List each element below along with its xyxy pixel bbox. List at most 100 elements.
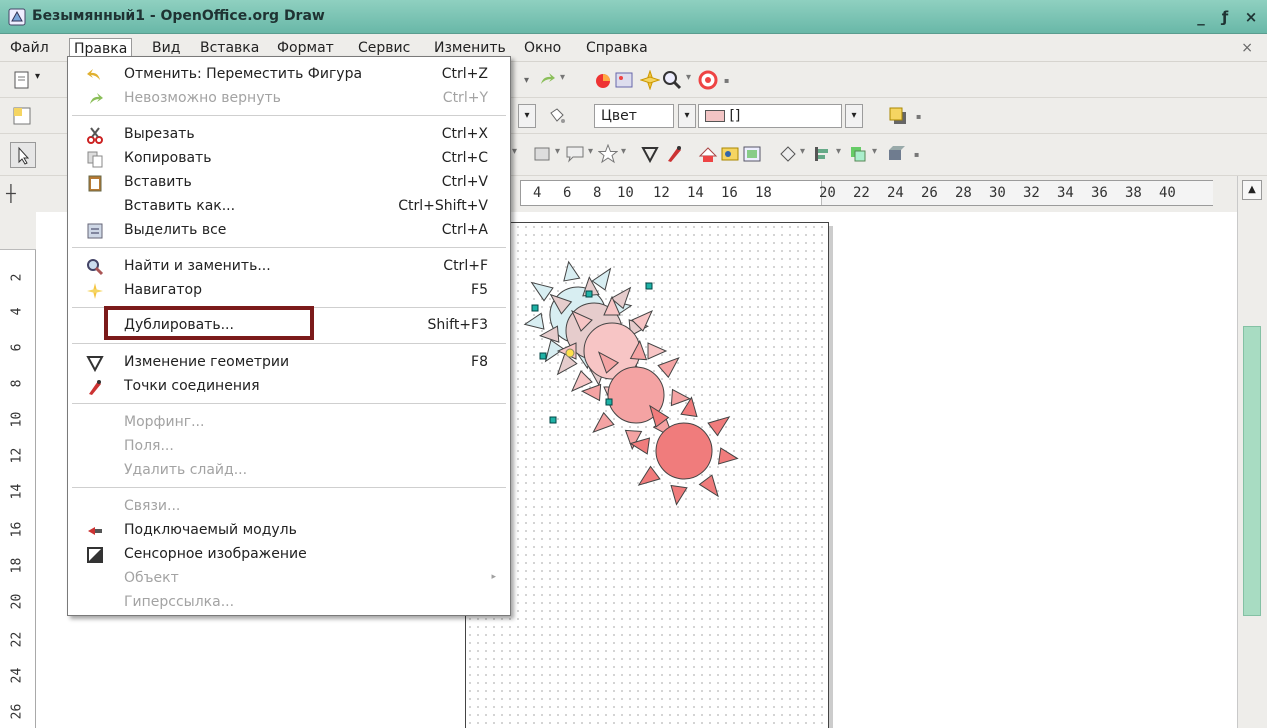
dropdown-arrow-icon[interactable]: ▾ <box>35 71 40 82</box>
ruler-tick: 26 <box>921 185 938 201</box>
redo-icon[interactable] <box>537 70 557 90</box>
drawing-page[interactable] <box>465 222 829 728</box>
close-button[interactable]: × <box>1240 7 1262 27</box>
select-tool-button[interactable] <box>10 142 36 168</box>
menu-item-label: Связи... <box>124 498 181 514</box>
callout-icon[interactable] <box>565 144 585 164</box>
menu-item-select-all[interactable]: Выделить все Ctrl+A <box>68 219 510 243</box>
line-style-dropdown-icon[interactable]: ▾ <box>518 104 536 128</box>
minimize-button[interactable]: _ <box>1190 7 1212 27</box>
zoom-dropdown-icon[interactable]: ▾ <box>686 72 691 83</box>
ruler-tick: 2 <box>9 273 25 282</box>
alignment-icon[interactable] <box>812 144 832 164</box>
menu-item-label: Копировать <box>124 150 212 166</box>
toolbar-options-icon[interactable]: ▪ <box>916 112 921 121</box>
menu-item-plugin[interactable]: Подключаемый модуль <box>68 519 510 543</box>
alignment-dropdown-icon[interactable]: ▾ <box>836 146 841 157</box>
area-style-dropdown-icon[interactable]: ▾ <box>678 104 696 128</box>
menu-file[interactable]: Файл <box>6 38 53 60</box>
area-style-combo[interactable]: Цвет <box>594 104 674 128</box>
rotate-icon[interactable] <box>778 144 798 164</box>
vertical-ruler[interactable]: 2 4 6 8 10 12 14 16 18 20 22 24 26 <box>0 212 36 728</box>
points-icon[interactable] <box>640 144 660 164</box>
gallery-toggle-icon[interactable] <box>742 144 762 164</box>
ruler-tick: 24 <box>887 185 904 201</box>
fontwork-icon[interactable] <box>698 144 718 164</box>
arrange-icon[interactable] <box>848 144 868 164</box>
redo-dropdown-icon[interactable]: ▾ <box>560 72 565 83</box>
chart-icon[interactable] <box>593 70 613 90</box>
glue-points-icon[interactable] <box>664 144 684 164</box>
selection-handle[interactable] <box>539 352 547 360</box>
help-icon[interactable] <box>698 70 718 90</box>
menu-item-links[interactable]: Связи... <box>68 495 510 519</box>
duplicated-suns-drawing[interactable] <box>466 223 830 523</box>
toolbar-options-icon[interactable]: ▪ <box>914 150 919 159</box>
selection-handle[interactable] <box>645 282 653 290</box>
menu-window[interactable]: Окно <box>520 38 565 60</box>
menu-item-hyperlink[interactable]: Гиперссылка... <box>68 591 510 615</box>
menu-item-navigator[interactable]: Навигатор F5 <box>68 279 510 303</box>
menu-item-fields[interactable]: Поля... <box>68 435 510 459</box>
fill-color-combo[interactable]: [] <box>698 104 842 128</box>
menu-item-label: Вставить <box>124 174 192 190</box>
selection-handle[interactable] <box>605 398 613 406</box>
menu-item-shortcut: Shift+F3 <box>427 317 488 333</box>
selection-handle[interactable] <box>585 290 593 298</box>
scroll-thumb[interactable] <box>1243 326 1261 616</box>
ruler-tick: 4 <box>9 307 25 316</box>
menu-separator <box>72 403 506 404</box>
redo-icon <box>90 93 103 104</box>
image-map-icon <box>87 547 103 563</box>
fill-color-dropdown-icon[interactable]: ▾ <box>845 104 863 128</box>
menu-item-edit-points[interactable]: Изменение геометрии F8 <box>68 351 510 375</box>
shadow-icon[interactable] <box>888 106 908 126</box>
basic-shapes-icon[interactable] <box>532 144 552 164</box>
stars-icon[interactable] <box>598 144 618 164</box>
menu-item-cut[interactable]: Вырезать Ctrl+X <box>68 123 510 147</box>
stars-dropdown-icon[interactable]: ▾ <box>621 146 626 157</box>
callout-dropdown-icon[interactable]: ▾ <box>588 146 593 157</box>
menu-item-undo[interactable]: Отменить: Переместить Фигура Ctrl+Z <box>68 63 510 87</box>
selection-handle[interactable] <box>531 304 539 312</box>
close-document-icon[interactable]: × <box>1241 40 1253 56</box>
basic-shapes-dropdown-icon[interactable]: ▾ <box>555 146 560 157</box>
ruler-tick: 38 <box>1125 185 1142 201</box>
gallery-icon[interactable] <box>614 70 634 90</box>
menu-item-copy[interactable]: Копировать Ctrl+C <box>68 147 510 171</box>
ruler-scale[interactable]: 4 6 8 10 12 14 16 18 20 22 24 26 28 30 3… <box>520 180 1213 206</box>
extrusion-icon[interactable] <box>886 144 906 164</box>
menu-item-image-map[interactable]: Сенсорное изображение <box>68 543 510 567</box>
menu-item-glue-points[interactable]: Точки соединения <box>68 375 510 399</box>
menu-item-delete-slide[interactable]: Удалить слайд... <box>68 459 510 483</box>
menu-item-find-replace[interactable]: Найти и заменить... Ctrl+F <box>68 255 510 279</box>
menu-item-label: Объект <box>124 570 179 586</box>
menu-help[interactable]: Справка <box>582 38 652 60</box>
find-replace-icon <box>87 259 104 276</box>
scroll-up-icon[interactable]: ▲ <box>1242 180 1262 200</box>
grid-icon[interactable] <box>12 106 32 126</box>
toolbar-options-icon[interactable]: ▪ <box>724 76 729 85</box>
rotate-dropdown-icon[interactable]: ▾ <box>800 146 805 157</box>
undo-dropdown-icon[interactable]: ▾ <box>522 71 538 87</box>
menu-item-paste[interactable]: Вставить Ctrl+V <box>68 171 510 195</box>
ruler-tick: 16 <box>721 185 738 201</box>
zoom-icon[interactable] <box>662 70 682 90</box>
maximize-button[interactable]: ƒ <box>1214 7 1236 27</box>
lines-dropdown-icon[interactable]: ▾ <box>512 146 517 157</box>
menu-item-morphing[interactable]: Морфинг... <box>68 411 510 435</box>
arrange-dropdown-icon[interactable]: ▾ <box>872 146 877 157</box>
menu-item-object[interactable]: Объект ▸ <box>68 567 510 591</box>
from-file-icon[interactable] <box>720 144 740 164</box>
new-document-icon[interactable] <box>12 70 32 90</box>
fill-bucket-icon[interactable] <box>547 107 567 127</box>
ruler-tick: 4 <box>533 185 542 201</box>
menu-separator <box>72 343 506 344</box>
menu-item-paste-special[interactable]: Вставить как... Ctrl+Shift+V <box>68 195 510 219</box>
ruler-tick: 26 <box>9 703 25 720</box>
menu-item-redo[interactable]: Невозможно вернуть Ctrl+Y <box>68 87 510 111</box>
vertical-scrollbar[interactable]: ▲ <box>1237 176 1267 728</box>
rotation-pivot[interactable] <box>565 348 575 358</box>
navigator-icon[interactable] <box>640 70 660 90</box>
selection-handle[interactable] <box>549 416 557 424</box>
